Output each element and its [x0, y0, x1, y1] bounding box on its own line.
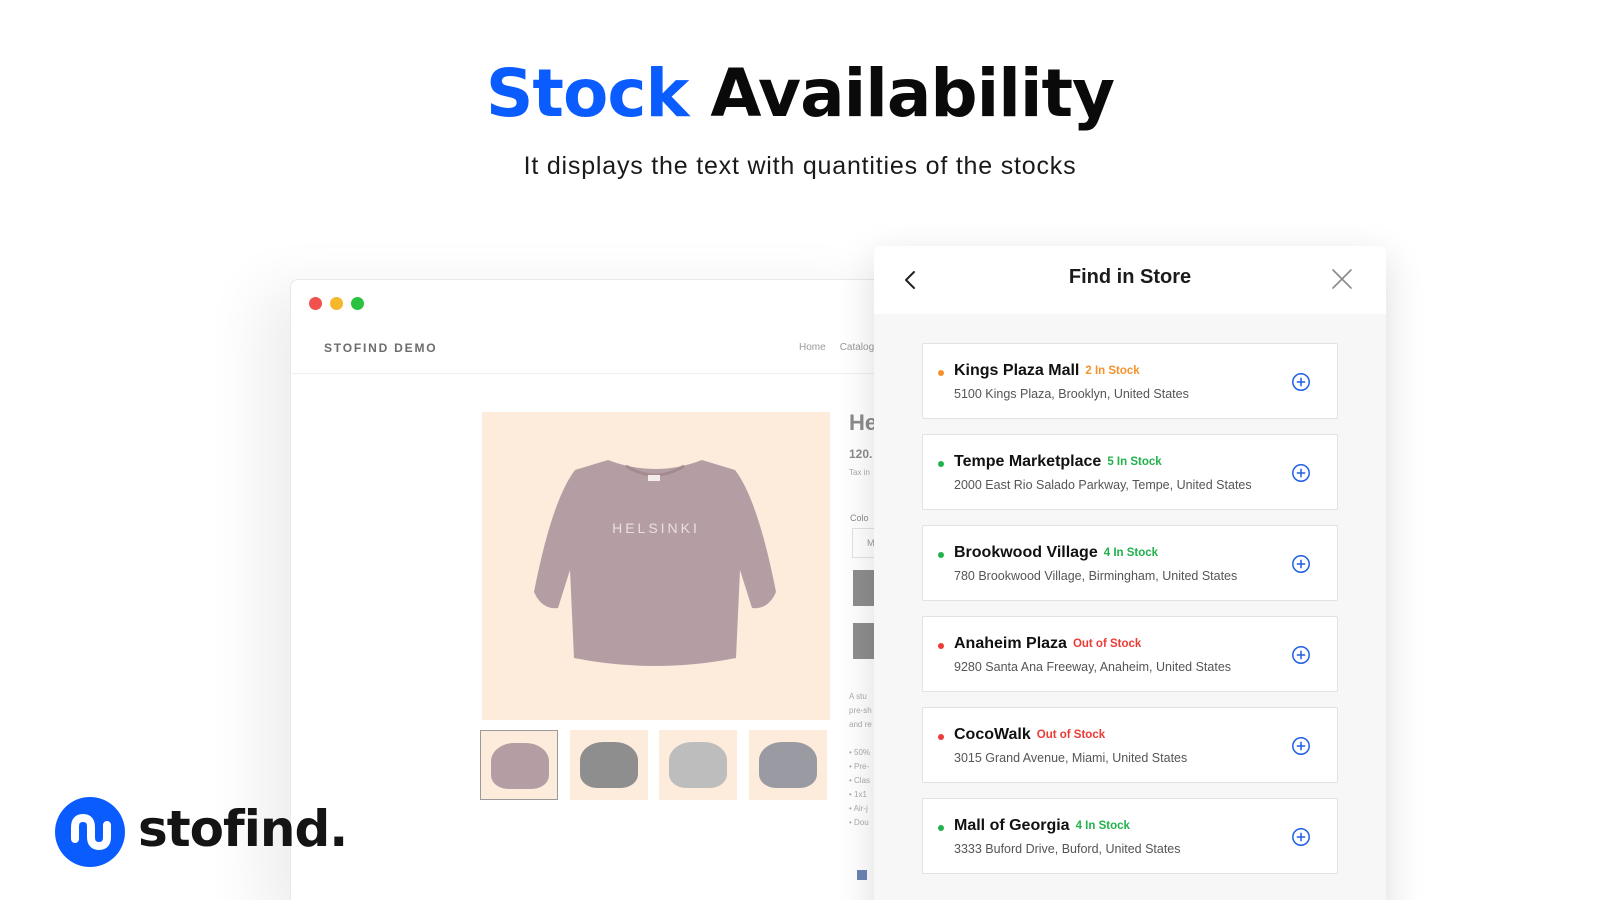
- store-card[interactable]: CocoWalk Out of Stock 3015 Grand Avenue, …: [922, 707, 1338, 783]
- color-label: Colo: [850, 513, 869, 523]
- thumbnail-2[interactable]: [570, 730, 648, 800]
- product-title: He: [849, 410, 878, 435]
- thumbnail-1[interactable]: [480, 730, 558, 800]
- store-address: 3015 Grand Avenue, Miami, United States: [954, 751, 1188, 765]
- stock-status: Out of Stock: [1072, 638, 1142, 650]
- nav-link-catalog[interactable]: Catalog: [840, 342, 874, 353]
- store-address: 2000 East Rio Salado Parkway, Tempe, Uni…: [954, 478, 1252, 492]
- thumbnail-4[interactable]: [749, 730, 827, 800]
- product-image[interactable]: HELSINKI: [482, 412, 830, 720]
- panel-title: Find in Store: [1068, 266, 1192, 288]
- store-name: Anaheim Plaza: [954, 635, 1067, 652]
- status-dot: [938, 825, 944, 831]
- thumbnail-3[interactable]: [659, 730, 737, 800]
- close-window-dot[interactable]: [309, 297, 322, 310]
- store-address: 3333 Buford Drive, Buford, United States: [954, 842, 1181, 856]
- store-card[interactable]: Kings Plaza Mall 2 In Stock 5100 Kings Pl…: [922, 343, 1338, 419]
- nav-link-home[interactable]: Home: [799, 342, 826, 353]
- store-card[interactable]: Mall of Georgia 4 In Stock 3333 Buford Dr…: [922, 798, 1338, 874]
- add-circle-icon[interactable]: [1291, 736, 1311, 756]
- add-circle-icon[interactable]: [1291, 645, 1311, 665]
- facebook-share-icon[interactable]: [857, 870, 867, 880]
- product-price: 120.: [849, 447, 873, 461]
- stofind-logo-icon: [55, 797, 125, 867]
- stock-status: 4 In Stock: [1075, 820, 1130, 832]
- store-name: Tempe Marketplace: [954, 453, 1102, 470]
- store-card[interactable]: Anaheim Plaza Out of Stock 9280 Santa Ana…: [922, 616, 1338, 692]
- hero-subtitle: It displays the text with quantities of …: [523, 152, 1077, 180]
- store-name: Brookwood Village: [954, 544, 1098, 561]
- store-card[interactable]: Tempe Marketplace 5 In Stock 2000 East Ri…: [922, 434, 1338, 510]
- thumbnail-swatch: [759, 742, 817, 788]
- store-address: 5100 Kings Plaza, Brooklyn, United State…: [954, 387, 1189, 401]
- status-dot: [938, 461, 944, 467]
- status-dot: [938, 643, 944, 649]
- add-circle-icon[interactable]: [1291, 463, 1311, 483]
- store-name: CocoWalk: [954, 726, 1031, 743]
- stock-status: Out of Stock: [1036, 729, 1106, 741]
- add-circle-icon[interactable]: [1291, 827, 1311, 847]
- store-address: 780 Brookwood Village, Birmingham, Unite…: [954, 569, 1238, 583]
- site-logo[interactable]: STOFIND DEMO: [324, 341, 437, 355]
- window-controls: [309, 297, 364, 310]
- store-name: Mall of Georgia: [954, 817, 1070, 834]
- thumbnail-swatch: [491, 743, 549, 789]
- product-description: A stu pre-sh and re • 50% • Pre- • Clas …: [849, 692, 872, 827]
- tax-note: Tax in: [849, 468, 870, 477]
- site-nav: Home Catalog: [799, 342, 874, 353]
- store-address: 9280 Santa Ana Freeway, Anaheim, United …: [954, 660, 1232, 674]
- thumbnail-swatch: [580, 742, 638, 788]
- hero-title-rest: Availability: [710, 55, 1115, 132]
- hero-title-accent: Stock: [485, 55, 689, 132]
- add-circle-icon[interactable]: [1291, 372, 1311, 392]
- status-dot: [938, 552, 944, 558]
- add-circle-icon[interactable]: [1291, 554, 1311, 574]
- status-dot: [938, 734, 944, 740]
- sweater-image: [534, 460, 776, 666]
- store-card[interactable]: Brookwood Village 4 In Stock 780 Brookwoo…: [922, 525, 1338, 601]
- thumbnail-swatch: [669, 742, 727, 788]
- close-icon[interactable]: [1330, 267, 1354, 291]
- find-in-store-panel: Find in Store Kings Plaza Mall 2 In Stock…: [874, 246, 1386, 900]
- minimize-window-dot[interactable]: [330, 297, 343, 310]
- hero-title: Stock Availability: [0, 55, 1600, 132]
- stock-status: 2 In Stock: [1085, 365, 1140, 377]
- browser-window: STOFIND DEMO Home Catalog HELSINKI He 12…: [290, 279, 890, 900]
- status-dot: [938, 370, 944, 376]
- sweater-print-text: HELSINKI: [612, 520, 700, 536]
- panel-header: Find in Store: [874, 246, 1386, 314]
- brand-name: stofind.: [138, 800, 348, 858]
- stock-status: 5 In Stock: [1107, 456, 1162, 468]
- store-name: Kings Plaza Mall: [954, 362, 1080, 379]
- stock-status: 4 In Stock: [1103, 547, 1159, 559]
- header-divider: [291, 373, 889, 374]
- maximize-window-dot[interactable]: [351, 297, 364, 310]
